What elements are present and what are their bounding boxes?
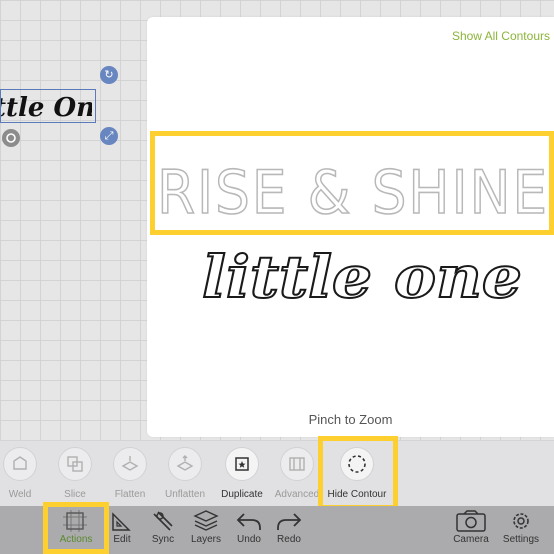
- design-line-2: little one: [202, 243, 522, 311]
- duplicate-button[interactable]: Duplicate: [212, 447, 272, 500]
- weld-button[interactable]: Weld: [0, 447, 50, 500]
- weld-icon: [11, 455, 29, 473]
- flatten-icon: [121, 455, 139, 473]
- camera-icon: [444, 510, 498, 532]
- unflatten-button[interactable]: Unflatten: [155, 447, 215, 500]
- highlight-frame-hide-contour: [318, 436, 398, 510]
- slice-icon: [66, 455, 84, 473]
- redo-icon: [262, 510, 316, 532]
- settings-icon: [494, 510, 548, 532]
- unlock-handle-icon[interactable]: [2, 129, 20, 147]
- slice-button[interactable]: Slice: [45, 447, 105, 500]
- nav-camera-label: Camera: [453, 534, 489, 545]
- nav-redo[interactable]: Redo: [262, 510, 316, 545]
- duplicate-label: Duplicate: [221, 489, 263, 500]
- highlight-frame-actions: [43, 502, 109, 554]
- rotate-handle-icon[interactable]: ↻: [100, 66, 118, 84]
- selection-box[interactable]: [0, 89, 96, 123]
- duplicate-icon: [233, 455, 251, 473]
- nav-camera[interactable]: Camera: [444, 510, 498, 545]
- flatten-label: Flatten: [114, 489, 146, 500]
- actions-toolbar: Weld Slice Flatten Unflatten Duplicate A…: [0, 440, 554, 507]
- unflatten-label: Unflatten: [164, 489, 206, 500]
- flatten-button[interactable]: Flatten: [100, 447, 160, 500]
- advanced-icon: [288, 455, 306, 473]
- nav-redo-label: Redo: [277, 534, 301, 545]
- highlight-frame-design: [150, 131, 554, 235]
- slice-label: Slice: [64, 489, 86, 500]
- pinch-to-zoom-hint: Pinch to Zoom: [308, 412, 393, 427]
- weld-label: Weld: [8, 489, 32, 500]
- nav-settings[interactable]: Settings: [494, 510, 548, 545]
- scale-handle-icon[interactable]: ⤢: [100, 127, 118, 145]
- unflatten-icon: [176, 455, 194, 473]
- nav-settings-label: Settings: [502, 534, 540, 545]
